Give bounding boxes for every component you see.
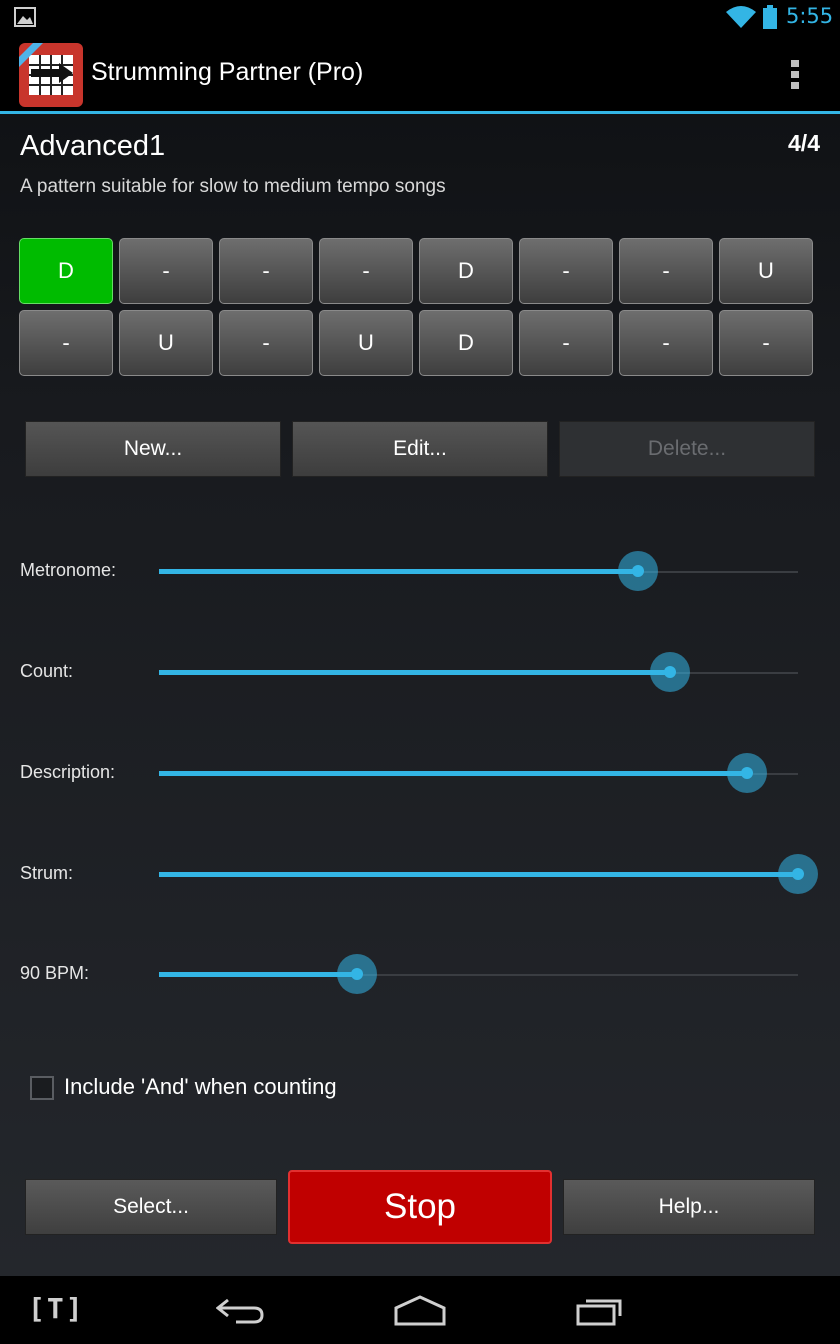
beat-cell[interactable]: - [519,238,613,304]
slider-fill [159,771,747,776]
pattern-name: Advanced1 [20,130,166,162]
status-time: 5:55 [786,4,834,28]
pattern-row-1: D - - - D - - U [19,238,821,304]
slider-thumb[interactable] [618,551,659,591]
navigation-bar: [T] [0,1276,840,1344]
delete-pattern-button[interactable]: Delete... [559,421,815,477]
slider-label: Description: [20,762,116,782]
beat-cell[interactable]: U [719,238,813,304]
include-and-checkbox[interactable] [30,1076,54,1100]
beat-cell[interactable]: - [19,310,113,376]
slider-fill [159,670,671,675]
beat-cell[interactable]: - [219,310,313,376]
beat-cell[interactable]: - [619,238,713,304]
description-slider[interactable] [159,753,798,793]
beat-cell[interactable]: - [719,310,813,376]
edit-pattern-button[interactable]: Edit... [292,421,548,477]
beat-cell[interactable]: - [219,238,313,304]
strum-slider[interactable] [159,854,818,894]
home-icon[interactable] [394,1294,446,1326]
back-icon[interactable] [216,1294,266,1326]
strum-slider-row: Strum: [0,845,840,905]
include-and-label[interactable]: Include 'And' when counting [64,1074,337,1100]
pattern-description: A pattern suitable for slow to medium te… [20,176,446,197]
count-slider[interactable] [159,652,798,692]
stop-button[interactable]: Stop [288,1170,552,1244]
slider-label: 90 BPM: [20,963,90,983]
main-content: Advanced1 4/4 A pattern suitable for slo… [0,114,840,1276]
beat-cell[interactable]: D [19,238,113,304]
status-bar: 5:55 [0,0,840,36]
metronome-slider[interactable] [159,551,798,591]
count-slider-row: Count: [0,643,840,703]
new-pattern-button[interactable]: New... [25,421,281,477]
slider-fill [159,972,358,977]
beat-cell[interactable]: - [119,238,213,304]
recent-apps-icon[interactable] [576,1294,626,1326]
slider-label: Strum: [20,863,74,883]
wifi-icon [726,6,756,28]
slider-fill [159,872,798,877]
beat-cell[interactable]: D [419,310,513,376]
strumming-partner-app-icon[interactable] [19,43,83,107]
slider-label: Count: [20,661,74,681]
metronome-slider-row: Metronome: [0,542,840,602]
slider-thumb[interactable] [337,954,378,994]
beat-cell[interactable]: U [119,310,213,376]
battery-icon [763,5,777,29]
beat-cell[interactable]: - [519,310,613,376]
beat-cell[interactable]: - [319,238,413,304]
pattern-row-2: - U - U D - - - [19,310,821,376]
t-button[interactable]: [T] [28,1292,85,1325]
bottom-actions: Select... Stop Help... [25,1170,815,1244]
beat-cell[interactable]: D [419,238,513,304]
app-title: Strumming Partner (Pro) [91,58,364,86]
bpm-slider[interactable] [159,954,798,994]
bpm-slider-row: 90 BPM: [0,945,840,1005]
slider-fill [159,569,639,574]
slider-label: Metronome: [20,560,117,580]
select-button[interactable]: Select... [25,1179,277,1235]
overflow-menu-icon[interactable] [782,56,808,96]
action-bar: Strumming Partner (Pro) [0,36,840,111]
slider-thumb[interactable] [650,652,691,692]
gallery-icon [14,7,36,27]
beat-cell[interactable]: - [619,310,713,376]
beat-cell[interactable]: U [319,310,413,376]
strum-pattern-grid: D - - - D - - U - U - U D - - - [19,238,821,382]
slider-thumb[interactable] [726,753,767,793]
time-signature: 4/4 [788,130,820,156]
slider-thumb[interactable] [778,854,818,894]
pattern-actions: New... Edit... Delete... [25,421,815,477]
help-button[interactable]: Help... [563,1179,815,1235]
description-slider-row: Description: [0,744,840,804]
